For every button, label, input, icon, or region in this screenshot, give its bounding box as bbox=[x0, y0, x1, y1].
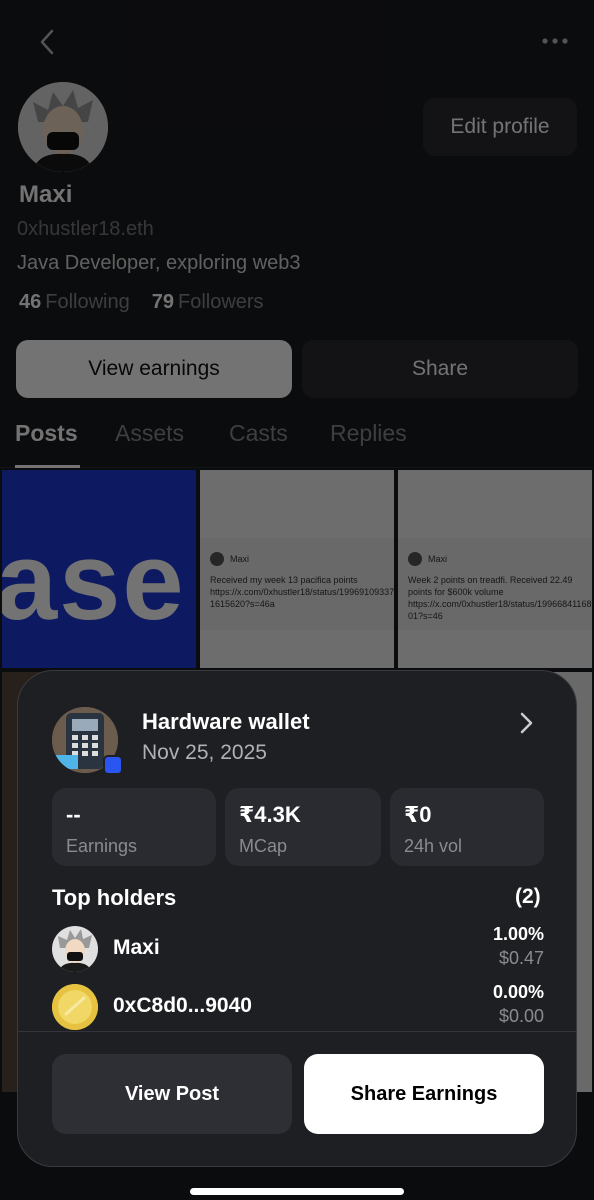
holder-percent: 1.00% bbox=[492, 924, 544, 944]
sheet-divider bbox=[18, 1031, 576, 1032]
post-preview: Maxi Received my week 13 pacifica points… bbox=[200, 538, 394, 630]
mini-avatar bbox=[408, 552, 422, 566]
post-earnings-sheet: Hardware wallet Nov 25, 2025 -- Earnings… bbox=[17, 670, 577, 1167]
stat-earnings: -- Earnings bbox=[52, 788, 216, 866]
post-date: Nov 25, 2025 bbox=[142, 741, 267, 764]
followers-count: 79 bbox=[151, 291, 174, 313]
follow-stats: 46 Following 79 Followers bbox=[19, 291, 264, 314]
stat-value: ₹0 bbox=[404, 802, 432, 827]
profile-name: Maxi bbox=[19, 181, 73, 208]
post-preview: Maxi Week 2 points on treadfi. Received … bbox=[398, 538, 592, 630]
active-tab-indicator bbox=[15, 465, 80, 468]
holder-row[interactable]: 0xC8d0...9040 0.00% $0.00 bbox=[52, 982, 544, 1032]
post-tile-text: ase bbox=[2, 520, 186, 643]
following-count: 46 bbox=[19, 291, 42, 313]
stat-mcap: ₹4.3K MCap bbox=[225, 788, 381, 866]
share-earnings-button[interactable]: Share Earnings bbox=[304, 1054, 544, 1134]
holder-percent: 0.00% bbox=[492, 982, 544, 1002]
profile-bio: Java Developer, exploring web3 bbox=[17, 252, 301, 274]
post-text: Week 2 points on treadfi. Received 22.49… bbox=[408, 575, 592, 622]
post-title: Hardware wallet bbox=[142, 709, 310, 734]
tab-assets[interactable]: Assets bbox=[115, 420, 184, 447]
tab-posts[interactable]: Posts bbox=[15, 420, 78, 447]
profile-handle: 0xhustler18.eth bbox=[17, 218, 154, 240]
avatar-illustration bbox=[18, 82, 108, 172]
following-stat[interactable]: 46 Following bbox=[19, 291, 130, 313]
share-profile-button[interactable]: Share bbox=[302, 340, 578, 398]
followers-label: Followers bbox=[177, 291, 264, 313]
more-options-icon[interactable] bbox=[540, 32, 570, 50]
post-author: Maxi bbox=[428, 553, 448, 564]
holder-row[interactable]: Maxi 1.00% $0.47 bbox=[52, 924, 544, 974]
tab-casts[interactable]: Casts bbox=[229, 420, 288, 447]
stat-24h-volume: ₹0 24h vol bbox=[390, 788, 544, 866]
chain-badge-icon bbox=[103, 755, 123, 775]
holder-avatar bbox=[52, 984, 98, 1030]
holder-name: Maxi bbox=[113, 936, 160, 959]
holder-usd: $0.47 bbox=[498, 948, 544, 968]
holder-avatar bbox=[52, 926, 98, 972]
top-holders-title: Top holders bbox=[52, 885, 177, 910]
view-post-button[interactable]: View Post bbox=[52, 1054, 292, 1134]
back-chevron-icon[interactable] bbox=[36, 28, 60, 56]
stat-label: Earnings bbox=[66, 836, 138, 856]
followers-stat[interactable]: 79 Followers bbox=[152, 291, 264, 313]
stat-label: MCap bbox=[239, 836, 288, 856]
profile-avatar[interactable] bbox=[18, 82, 108, 172]
holder-usd: $0.00 bbox=[498, 1006, 544, 1026]
stat-value: ₹4.3K bbox=[239, 802, 301, 827]
following-label: Following bbox=[45, 291, 130, 313]
post-tile[interactable]: ase bbox=[2, 470, 196, 668]
post-tile[interactable]: Maxi Received my week 13 pacifica points… bbox=[200, 470, 394, 668]
post-text: Received my week 13 pacifica points http… bbox=[210, 575, 394, 610]
home-indicator[interactable] bbox=[190, 1188, 404, 1195]
mini-avatar bbox=[210, 552, 224, 566]
stat-value: -- bbox=[66, 802, 81, 827]
stat-label: 24h vol bbox=[404, 836, 463, 856]
chevron-right-icon[interactable] bbox=[518, 711, 534, 735]
tab-replies[interactable]: Replies bbox=[330, 420, 407, 447]
post-tile[interactable]: Maxi Week 2 points on treadfi. Received … bbox=[398, 470, 592, 668]
view-earnings-button[interactable]: View earnings bbox=[16, 340, 292, 398]
post-author: Maxi bbox=[230, 553, 250, 564]
profile-tabs: Posts Assets Casts Replies bbox=[0, 418, 594, 468]
edit-profile-button[interactable]: Edit profile bbox=[423, 98, 577, 156]
holder-name: 0xC8d0...9040 bbox=[113, 994, 252, 1017]
top-holders-count: (2) bbox=[515, 885, 541, 908]
